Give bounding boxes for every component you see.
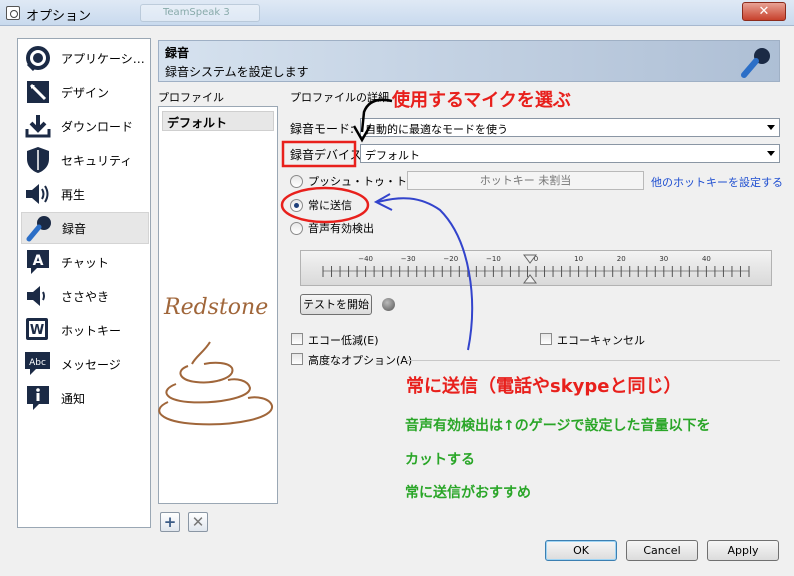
speaker-icon xyxy=(23,179,53,209)
svg-text:A: A xyxy=(33,253,44,269)
annotation-vad-line2: カットする xyxy=(405,452,475,468)
message-icon: Abc xyxy=(23,349,53,379)
recording-device-select[interactable]: デフォルト xyxy=(360,144,780,163)
voice-activation-radio[interactable] xyxy=(290,222,303,235)
chat-icon: A xyxy=(23,247,53,277)
sidebar-item-messages[interactable]: Abc メッセージ xyxy=(21,348,149,380)
sidebar-item-whisper[interactable]: ささやき xyxy=(21,280,149,312)
recording-mode-label: 録音モード: xyxy=(290,122,355,136)
advanced-options-checkbox[interactable] xyxy=(291,353,303,365)
slider-tick-label: 30 xyxy=(659,255,668,263)
sidebar-item-chat[interactable]: A チャット xyxy=(21,246,149,278)
options-window-icon xyxy=(6,6,20,20)
echo-reduction-checkbox[interactable] xyxy=(291,333,303,345)
x-icon: ✕ xyxy=(191,513,205,531)
add-profile-button[interactable]: + xyxy=(160,512,180,532)
slider-tick-label: −20 xyxy=(443,255,458,263)
sidebar-item-download[interactable]: ダウンロード xyxy=(21,110,149,142)
window-title: オプション xyxy=(26,9,92,24)
sidebar-item-notifications[interactable]: 通知 xyxy=(21,382,149,414)
sidebar-item-hotkeys[interactable]: W ホットキー xyxy=(21,314,149,346)
microphone-icon xyxy=(24,213,54,243)
slider-scale: −40 −30 −20 −10 0 10 20 30 40 xyxy=(322,254,750,284)
recording-device-label: 録音デバイス: xyxy=(290,148,366,162)
sidebar-item-label: セキュリティ xyxy=(61,153,133,168)
slider-tick-label: −30 xyxy=(401,255,416,263)
sidebar-item-application[interactable]: アプリケーシ… xyxy=(21,42,149,74)
profile-item-default[interactable]: デフォルト xyxy=(162,111,274,131)
always-transmit-arrow-head xyxy=(373,193,393,211)
advanced-separator xyxy=(405,360,780,361)
echo-cancel-checkbox[interactable] xyxy=(540,333,552,345)
hotkey-field[interactable]: ホットキー 未割当 xyxy=(407,171,644,190)
sidebar-item-label: 録音 xyxy=(62,221,87,236)
voice-activation-label: 音声有効検出 xyxy=(308,222,374,235)
remove-profile-button[interactable]: ✕ xyxy=(188,512,208,532)
sidebar-item-label: デザイン xyxy=(61,85,110,100)
sidebar-item-label: 再生 xyxy=(61,187,86,202)
annotation-choose-mic: 使用するマイクを選ぶ xyxy=(392,90,571,111)
whisper-icon xyxy=(23,281,53,311)
annotation-always-send: 常に送信（電話やskypeと同じ） xyxy=(406,376,682,397)
sidebar-item-label: チャット xyxy=(61,255,109,270)
profile-details-label: プロファイルの詳細 xyxy=(290,91,389,104)
sidebar-item-label: ささやき xyxy=(61,289,110,304)
sidebar-item-label: アプリケーシ… xyxy=(61,51,145,66)
background-window-tab: TeamSpeak 3 xyxy=(140,4,260,22)
category-sidebar: アプリケーシ… デザイン ダウンロード セキュリティ 再生 録音 A チャット xyxy=(17,38,151,528)
cancel-button[interactable]: Cancel xyxy=(626,540,698,561)
ok-button[interactable]: OK xyxy=(545,540,617,561)
download-icon xyxy=(23,111,53,141)
push-to-talk-radio[interactable] xyxy=(290,175,303,188)
slider-tick-label: −10 xyxy=(486,255,501,263)
voice-indicator-led xyxy=(382,298,395,311)
sidebar-item-playback[interactable]: 再生 xyxy=(21,178,149,210)
always-transmit-label: 常に送信 xyxy=(308,199,352,212)
slider-tick-label: 40 xyxy=(702,255,711,263)
slider-tick-label: 10 xyxy=(574,255,583,263)
annotation-recommend: 常に送信がおすすめ xyxy=(405,485,531,501)
start-test-button[interactable]: テストを開始 xyxy=(300,294,372,315)
annotation-vad-line1: 音声有効検出は↑のゲージで設定した音量以下を xyxy=(405,418,711,434)
info-icon xyxy=(23,383,53,413)
profiles-label: プロファイル xyxy=(158,91,224,104)
microphone-icon xyxy=(739,45,773,82)
teamspeak-icon xyxy=(23,43,53,73)
sidebar-item-design[interactable]: デザイン xyxy=(21,76,149,108)
hotkey-icon: W xyxy=(23,315,53,345)
plus-icon: + xyxy=(163,513,177,531)
recording-mode-value: 自動的に最適なモードを使う xyxy=(365,123,508,136)
sidebar-item-label: メッセージ xyxy=(61,357,121,372)
always-transmit-radio[interactable] xyxy=(290,199,303,212)
recording-device-value: デフォルト xyxy=(365,149,420,162)
chevron-down-icon xyxy=(767,125,775,130)
voice-activation-slider[interactable]: −40 −30 −20 −10 0 10 20 30 40 xyxy=(300,250,772,286)
svg-text:Abc: Abc xyxy=(29,358,46,368)
chevron-down-icon xyxy=(767,151,775,156)
profile-list: デフォルト xyxy=(158,106,278,504)
other-hotkey-link[interactable]: 他のホットキーを設定する xyxy=(651,174,783,190)
design-icon xyxy=(23,77,53,107)
page-subtitle: 録音システムを設定します xyxy=(165,65,309,79)
sidebar-item-label: 通知 xyxy=(61,391,86,406)
page-title: 録音 xyxy=(165,46,190,60)
sidebar-item-label: ホットキー xyxy=(61,323,122,338)
slider-tick-label: −40 xyxy=(358,255,373,263)
apply-button[interactable]: Apply xyxy=(707,540,779,561)
close-button[interactable]: ✕ xyxy=(742,2,786,21)
page-header: 録音 録音システムを設定します xyxy=(158,40,780,82)
sidebar-item-security[interactable]: セキュリティ xyxy=(21,144,149,176)
recording-mode-select[interactable]: 自動的に最適なモードを使う xyxy=(360,118,780,137)
shield-icon xyxy=(23,145,53,175)
title-bar: オプション TeamSpeak 3 ✕ xyxy=(0,0,794,26)
echo-cancel-label: エコーキャンセル xyxy=(557,334,645,347)
advanced-options-label: 高度なオプション(A) xyxy=(308,354,413,367)
slider-tick-label: 20 xyxy=(617,255,626,263)
sidebar-item-recording[interactable]: 録音 xyxy=(21,212,149,244)
svg-text:W: W xyxy=(30,323,44,338)
echo-reduction-label: エコー低減(E) xyxy=(308,334,379,347)
sidebar-item-label: ダウンロード xyxy=(61,119,134,134)
